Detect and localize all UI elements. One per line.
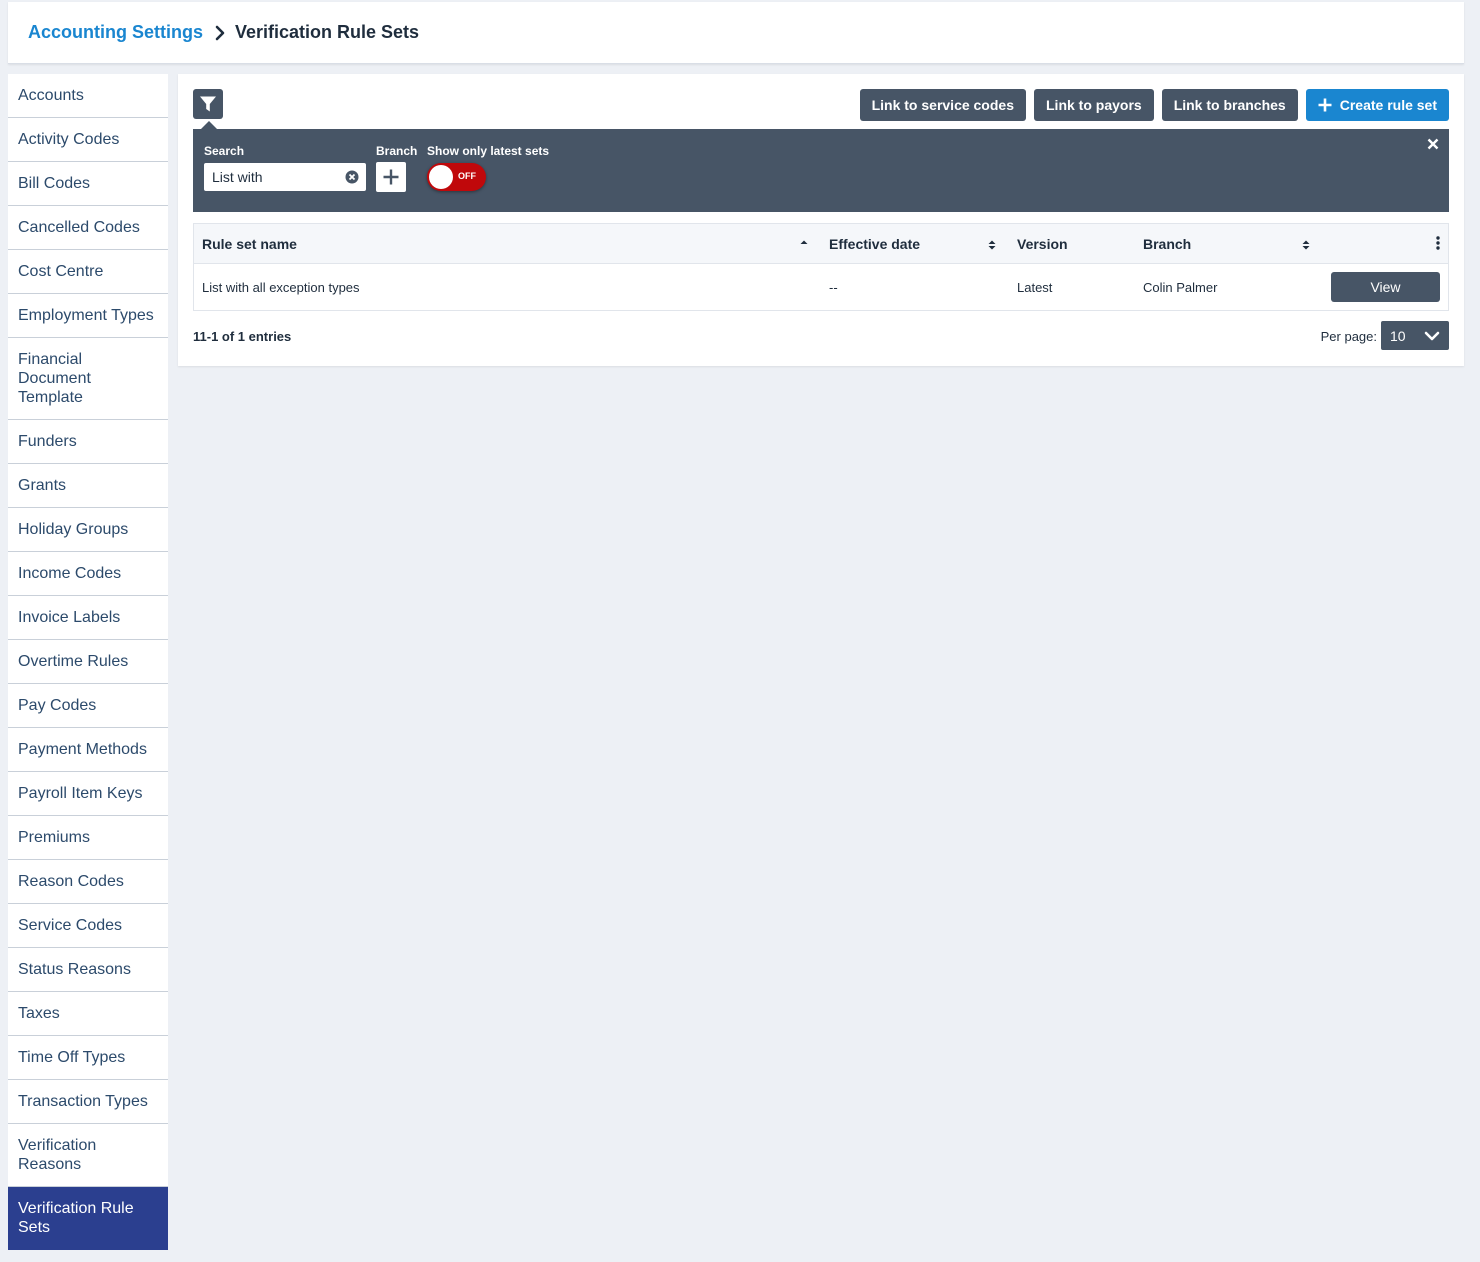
- column-header-branch[interactable]: Branch: [1143, 236, 1191, 252]
- sidebar-item-service-codes[interactable]: Service Codes: [8, 904, 168, 948]
- column-header-rule-set-name[interactable]: Rule set name: [202, 236, 297, 252]
- sidebar-item-accounts[interactable]: Accounts: [8, 74, 168, 118]
- plus-icon: [383, 169, 399, 185]
- page-title: Verification Rule Sets: [235, 22, 420, 42]
- link-branches-button[interactable]: Link to branches: [1161, 89, 1298, 121]
- latest-sets-toggle[interactable]: OFF: [427, 163, 486, 191]
- filter-icon: [199, 95, 217, 113]
- sort-icon[interactable]: [1301, 238, 1311, 250]
- main-panel: Link to service codes Link to payors Lin…: [178, 74, 1464, 366]
- sidebar-item-cancelled-codes[interactable]: Cancelled Codes: [8, 206, 168, 250]
- rule-sets-table: Rule set name Effective date Version Bra…: [193, 223, 1449, 311]
- sidebar-item-reason-codes[interactable]: Reason Codes: [8, 860, 168, 904]
- sidebar-item-income-codes[interactable]: Income Codes: [8, 552, 168, 596]
- link-payors-button[interactable]: Link to payors: [1034, 89, 1154, 121]
- table-header: Rule set name Effective date Version Bra…: [194, 224, 1448, 264]
- cell-effective-date: --: [829, 280, 838, 295]
- sidebar-item-overtime-rules[interactable]: Overtime Rules: [8, 640, 168, 684]
- toggle-state-label: OFF: [458, 171, 476, 181]
- sidebar-item-payroll-item-keys[interactable]: Payroll Item Keys: [8, 772, 168, 816]
- column-header-effective-date[interactable]: Effective date: [829, 236, 920, 252]
- column-options-icon[interactable]: [1436, 236, 1440, 250]
- sidebar-item-grants[interactable]: Grants: [8, 464, 168, 508]
- filter-toggle-button[interactable]: [193, 89, 223, 119]
- chevron-right-icon: [215, 25, 225, 41]
- sidebar-item-verification-rule-sets[interactable]: Verification Rule Sets: [8, 1187, 168, 1250]
- filter-panel-caret: [201, 121, 217, 129]
- sort-ascending-icon[interactable]: [799, 238, 809, 250]
- per-page-value: 10: [1390, 327, 1406, 344]
- sidebar-item-activity-codes[interactable]: Activity Codes: [8, 118, 168, 162]
- per-page-label: Per page:: [1320, 329, 1377, 344]
- branch-label: Branch: [376, 144, 418, 158]
- latest-sets-label: Show only latest sets: [427, 144, 550, 158]
- sidebar-item-holiday-groups[interactable]: Holiday Groups: [8, 508, 168, 552]
- breadcrumb-accounting-settings[interactable]: Accounting Settings: [28, 22, 203, 43]
- search-label: Search: [204, 144, 245, 158]
- per-page-select[interactable]: 10: [1381, 321, 1449, 350]
- sidebar-item-cost-centre[interactable]: Cost Centre: [8, 250, 168, 294]
- sidebar-item-time-off-types[interactable]: Time Off Types: [8, 1036, 168, 1080]
- sidebar-item-pay-codes[interactable]: Pay Codes: [8, 684, 168, 728]
- sidebar-item-verification-reasons[interactable]: Verification Reasons: [8, 1124, 168, 1187]
- search-input[interactable]: [204, 164, 334, 190]
- entries-count: 11-1 of 1 entries: [193, 329, 292, 344]
- toolbar: Link to service codes Link to payors Lin…: [859, 89, 1449, 121]
- cell-version: Latest: [1017, 280, 1053, 295]
- close-icon[interactable]: [1427, 137, 1441, 151]
- view-button[interactable]: View: [1331, 272, 1440, 302]
- sidebar-item-invoice-labels[interactable]: Invoice Labels: [8, 596, 168, 640]
- chevron-down-icon: [1424, 329, 1440, 345]
- sidebar-item-status-reasons[interactable]: Status Reasons: [8, 948, 168, 992]
- sidebar-item-premiums[interactable]: Premiums: [8, 816, 168, 860]
- table-row: List with all exception types -- Latest …: [194, 264, 1448, 310]
- cell-branch: Colin Palmer: [1143, 280, 1218, 295]
- cell-rule-set-name: List with all exception types: [202, 280, 360, 295]
- search-field: [204, 163, 366, 191]
- sidebar-item-funders[interactable]: Funders: [8, 420, 168, 464]
- sidebar-item-payment-methods[interactable]: Payment Methods: [8, 728, 168, 772]
- plus-icon: [1318, 98, 1332, 112]
- filter-panel: Search Branch Show only latest sets OFF: [193, 121, 1449, 212]
- sort-icon[interactable]: [987, 238, 997, 250]
- column-header-version: Version: [1017, 236, 1068, 252]
- breadcrumb: Accounting Settings Verification Rule Se…: [28, 22, 419, 43]
- toggle-knob: [429, 165, 453, 189]
- add-branch-button[interactable]: [376, 162, 406, 192]
- sidebar-item-transaction-types[interactable]: Transaction Types: [8, 1080, 168, 1124]
- create-rule-set-label: Create rule set: [1339, 97, 1437, 113]
- clear-search-icon[interactable]: [345, 170, 359, 184]
- sidebar-item-bill-codes[interactable]: Bill Codes: [8, 162, 168, 206]
- sidebar-item-financial-document-template[interactable]: Financial Document Template: [8, 338, 168, 420]
- create-rule-set-button[interactable]: Create rule set: [1305, 89, 1449, 121]
- sidebar: Accounts Activity Codes Bill Codes Cance…: [8, 74, 168, 1250]
- sidebar-item-taxes[interactable]: Taxes: [8, 992, 168, 1036]
- page-header: Accounting Settings Verification Rule Se…: [8, 2, 1464, 64]
- sidebar-item-employment-types[interactable]: Employment Types: [8, 294, 168, 338]
- link-service-codes-button[interactable]: Link to service codes: [859, 89, 1026, 121]
